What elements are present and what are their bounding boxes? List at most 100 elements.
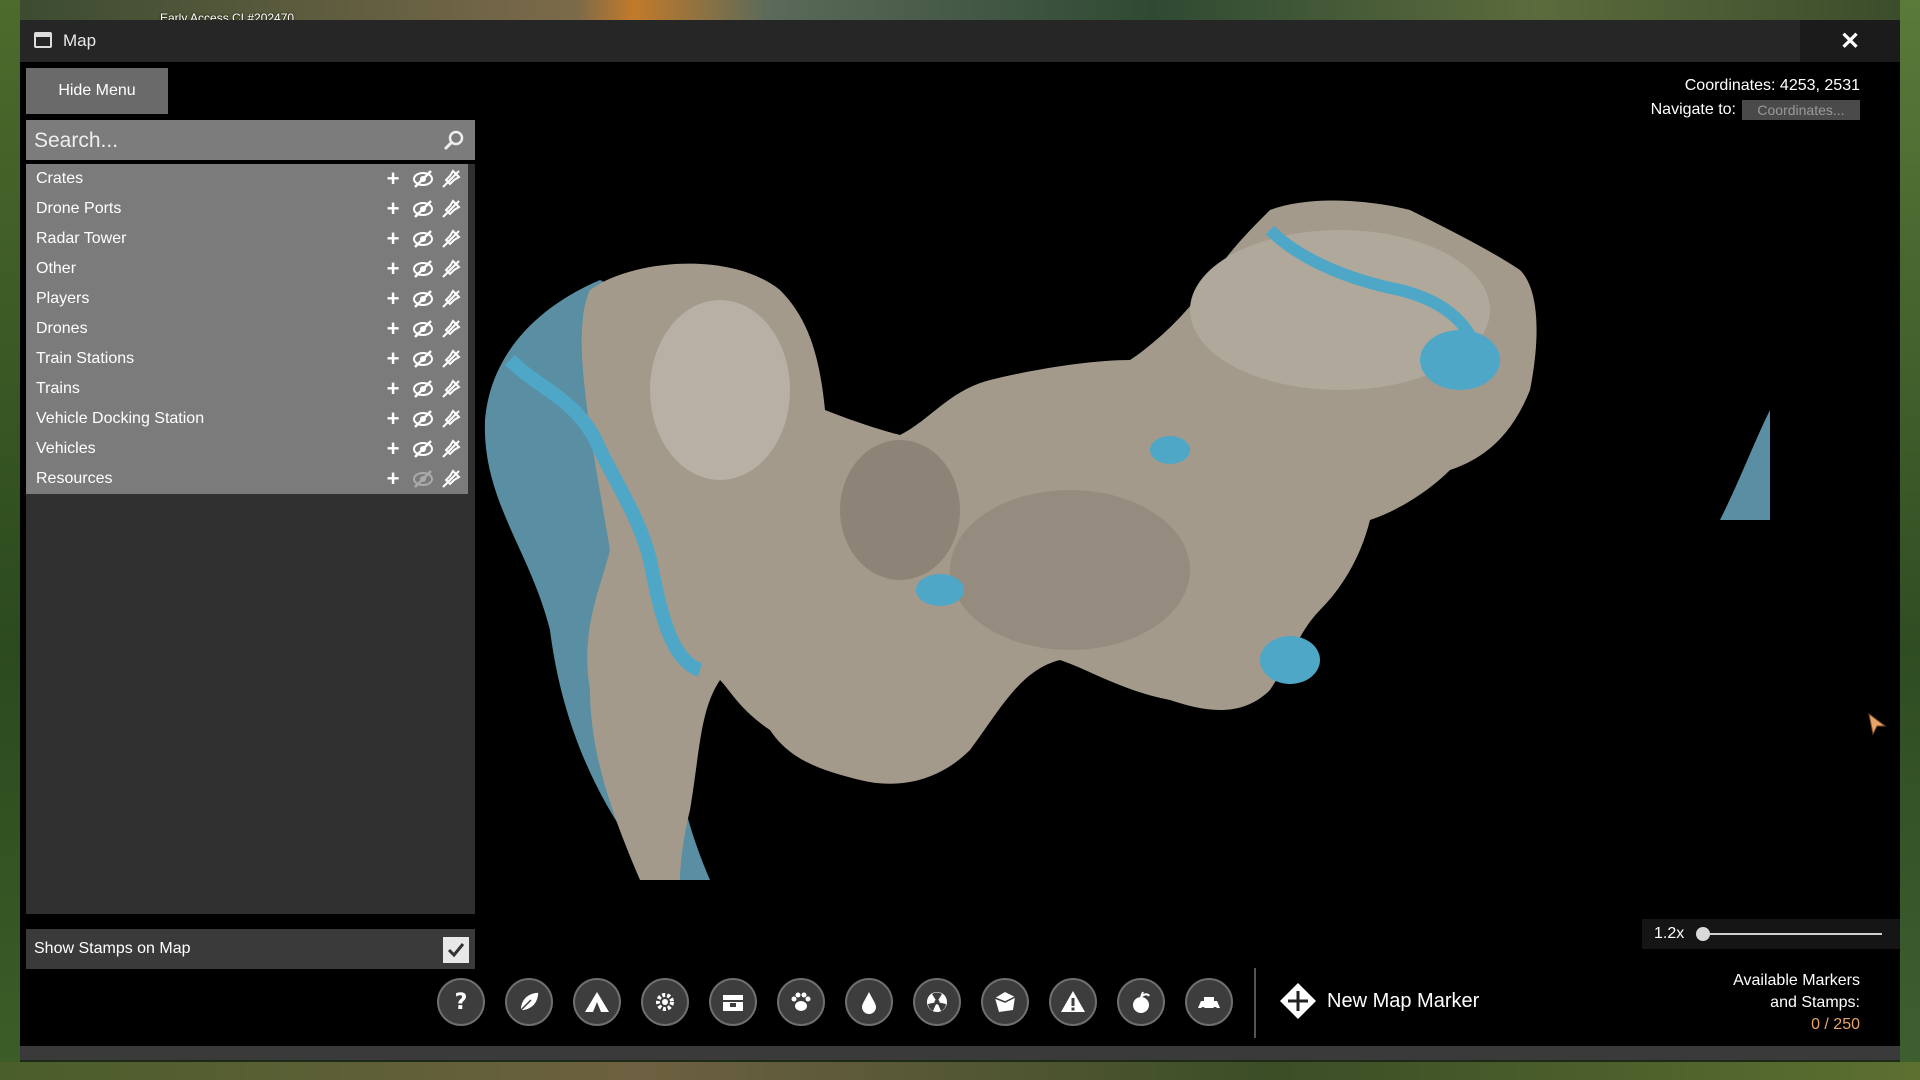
plus-icon[interactable]: + — [382, 436, 404, 461]
leaf-stamp-button[interactable] — [505, 978, 553, 1026]
svg-text:?: ? — [455, 990, 468, 1015]
window-titlebar[interactable]: Map ✕ — [20, 20, 1900, 62]
plus-icon[interactable]: + — [382, 406, 404, 431]
category-label: Crates — [36, 170, 84, 187]
category-label: Drones — [36, 320, 88, 337]
pin-off-icon[interactable] — [440, 408, 462, 430]
plus-icon[interactable]: + — [382, 226, 404, 251]
category-item[interactable]: Drones + — [26, 314, 468, 344]
plus-icon[interactable]: + — [382, 346, 404, 371]
show-stamps-checkbox[interactable] — [443, 937, 469, 963]
new-map-marker-label: New Map Marker — [1327, 989, 1480, 1012]
ore-icon — [994, 992, 1016, 1012]
radiation-stamp-button[interactable] — [913, 978, 961, 1026]
eye-off-icon[interactable] — [412, 408, 434, 430]
plus-icon[interactable]: + — [382, 286, 404, 311]
hide-menu-button[interactable]: Hide Menu — [26, 68, 168, 114]
pin-off-icon[interactable] — [440, 198, 462, 220]
category-list: Crates + Drone Ports + Radar Tower + Other + Pla… — [26, 164, 468, 494]
zoom-slider-thumb[interactable] — [1696, 927, 1710, 941]
radiation-icon — [927, 992, 947, 1012]
ore-stamp-button[interactable] — [981, 978, 1029, 1026]
search-input[interactable] — [26, 120, 436, 162]
plus-icon[interactable]: + — [382, 466, 404, 491]
category-label: Players — [36, 290, 90, 307]
eye-off-icon[interactable] — [412, 288, 434, 310]
game-background-right — [1900, 0, 1920, 1080]
window-icon — [34, 32, 52, 48]
world-map[interactable] — [470, 190, 1770, 950]
available-markers-count: 0 / 250 — [1811, 1016, 1860, 1033]
category-label: Other — [36, 260, 77, 277]
question-icon: ? — [455, 990, 468, 1015]
pin-off-icon[interactable] — [440, 348, 462, 370]
plus-icon[interactable]: + — [382, 376, 404, 401]
plus-icon[interactable]: + — [382, 166, 404, 191]
crate-stamp-button[interactable] — [709, 978, 757, 1026]
map-island-east — [1720, 410, 1770, 520]
new-map-marker-button[interactable]: New Map Marker — [1279, 982, 1479, 1020]
pin-off-icon[interactable] — [440, 168, 462, 190]
game-background-bottom — [0, 1062, 1920, 1080]
vehicle-stamp-button[interactable] — [1185, 978, 1233, 1026]
toolbar-divider — [1254, 968, 1256, 1038]
search-icon[interactable] — [443, 129, 465, 151]
stamp-toolbar: ? — [437, 978, 1233, 1026]
category-item[interactable]: Drone Ports + — [26, 194, 468, 224]
pin-off-icon[interactable] — [440, 318, 462, 340]
eye-off-icon[interactable] — [412, 258, 434, 280]
plus-icon[interactable]: + — [382, 196, 404, 221]
question-stamp-button[interactable]: ? — [437, 978, 485, 1026]
map-land-patch — [650, 300, 790, 480]
available-markers-line2: and Stamps: — [1770, 994, 1860, 1011]
paw-stamp-button[interactable] — [777, 978, 825, 1026]
crate-icon — [723, 995, 743, 1011]
eye-off-icon[interactable] — [412, 228, 434, 250]
category-item[interactable]: Vehicle Docking Station + — [26, 404, 468, 434]
gear-stamp-button[interactable] — [641, 978, 689, 1026]
pin-off-icon[interactable] — [440, 378, 462, 400]
category-label: Vehicles — [36, 440, 96, 457]
navigate-coordinates-input[interactable] — [1742, 100, 1860, 120]
tent-stamp-button[interactable] — [573, 978, 621, 1026]
category-item[interactable]: Resources + — [26, 464, 468, 494]
eye-off-icon[interactable] — [412, 438, 434, 460]
close-button[interactable]: ✕ — [1800, 20, 1900, 62]
category-item[interactable]: Radar Tower + — [26, 224, 468, 254]
plus-icon[interactable]: + — [382, 256, 404, 281]
map-land-patch — [840, 440, 960, 580]
pin-off-icon[interactable] — [440, 468, 462, 490]
pin-off-icon[interactable] — [440, 228, 462, 250]
category-label: Drone Ports — [36, 200, 122, 217]
coordinates-readout: Coordinates: 4253, 2531 — [1684, 77, 1860, 94]
pin-off-icon[interactable] — [440, 258, 462, 280]
category-item[interactable]: Players + — [26, 284, 468, 314]
pin-off-icon[interactable] — [440, 288, 462, 310]
water-drop-icon — [862, 992, 876, 1014]
vehicle-icon — [1198, 997, 1220, 1011]
category-item[interactable]: Train Stations + — [26, 344, 468, 374]
category-item[interactable]: Trains + — [26, 374, 468, 404]
eye-off-disabled-icon[interactable] — [412, 468, 434, 490]
category-item[interactable]: Other + — [26, 254, 468, 284]
available-markers-line1: Available Markers — [1733, 972, 1860, 989]
fruit-stamp-button[interactable] — [1117, 978, 1165, 1026]
map-land-patch — [950, 490, 1190, 650]
zoom-slider-track[interactable] — [1702, 933, 1882, 935]
eye-off-icon[interactable] — [412, 378, 434, 400]
plus-icon[interactable]: + — [382, 316, 404, 341]
category-item[interactable]: Vehicles + — [26, 434, 468, 464]
eye-off-icon[interactable] — [412, 318, 434, 340]
category-panel: Crates + Drone Ports + Radar Tower + Other + Pla… — [26, 164, 475, 914]
warning-stamp-button[interactable] — [1049, 978, 1097, 1026]
eye-off-icon[interactable] — [412, 348, 434, 370]
pin-off-icon[interactable] — [440, 438, 462, 460]
eye-off-icon[interactable] — [412, 198, 434, 220]
fruit-icon — [1133, 991, 1150, 1013]
search-box — [26, 120, 475, 162]
game-background-left — [0, 0, 20, 1080]
water-drop-stamp-button[interactable] — [845, 978, 893, 1026]
navigate-label: Navigate to: — [1650, 101, 1736, 118]
category-item[interactable]: Crates + — [26, 164, 468, 194]
eye-off-icon[interactable] — [412, 168, 434, 190]
